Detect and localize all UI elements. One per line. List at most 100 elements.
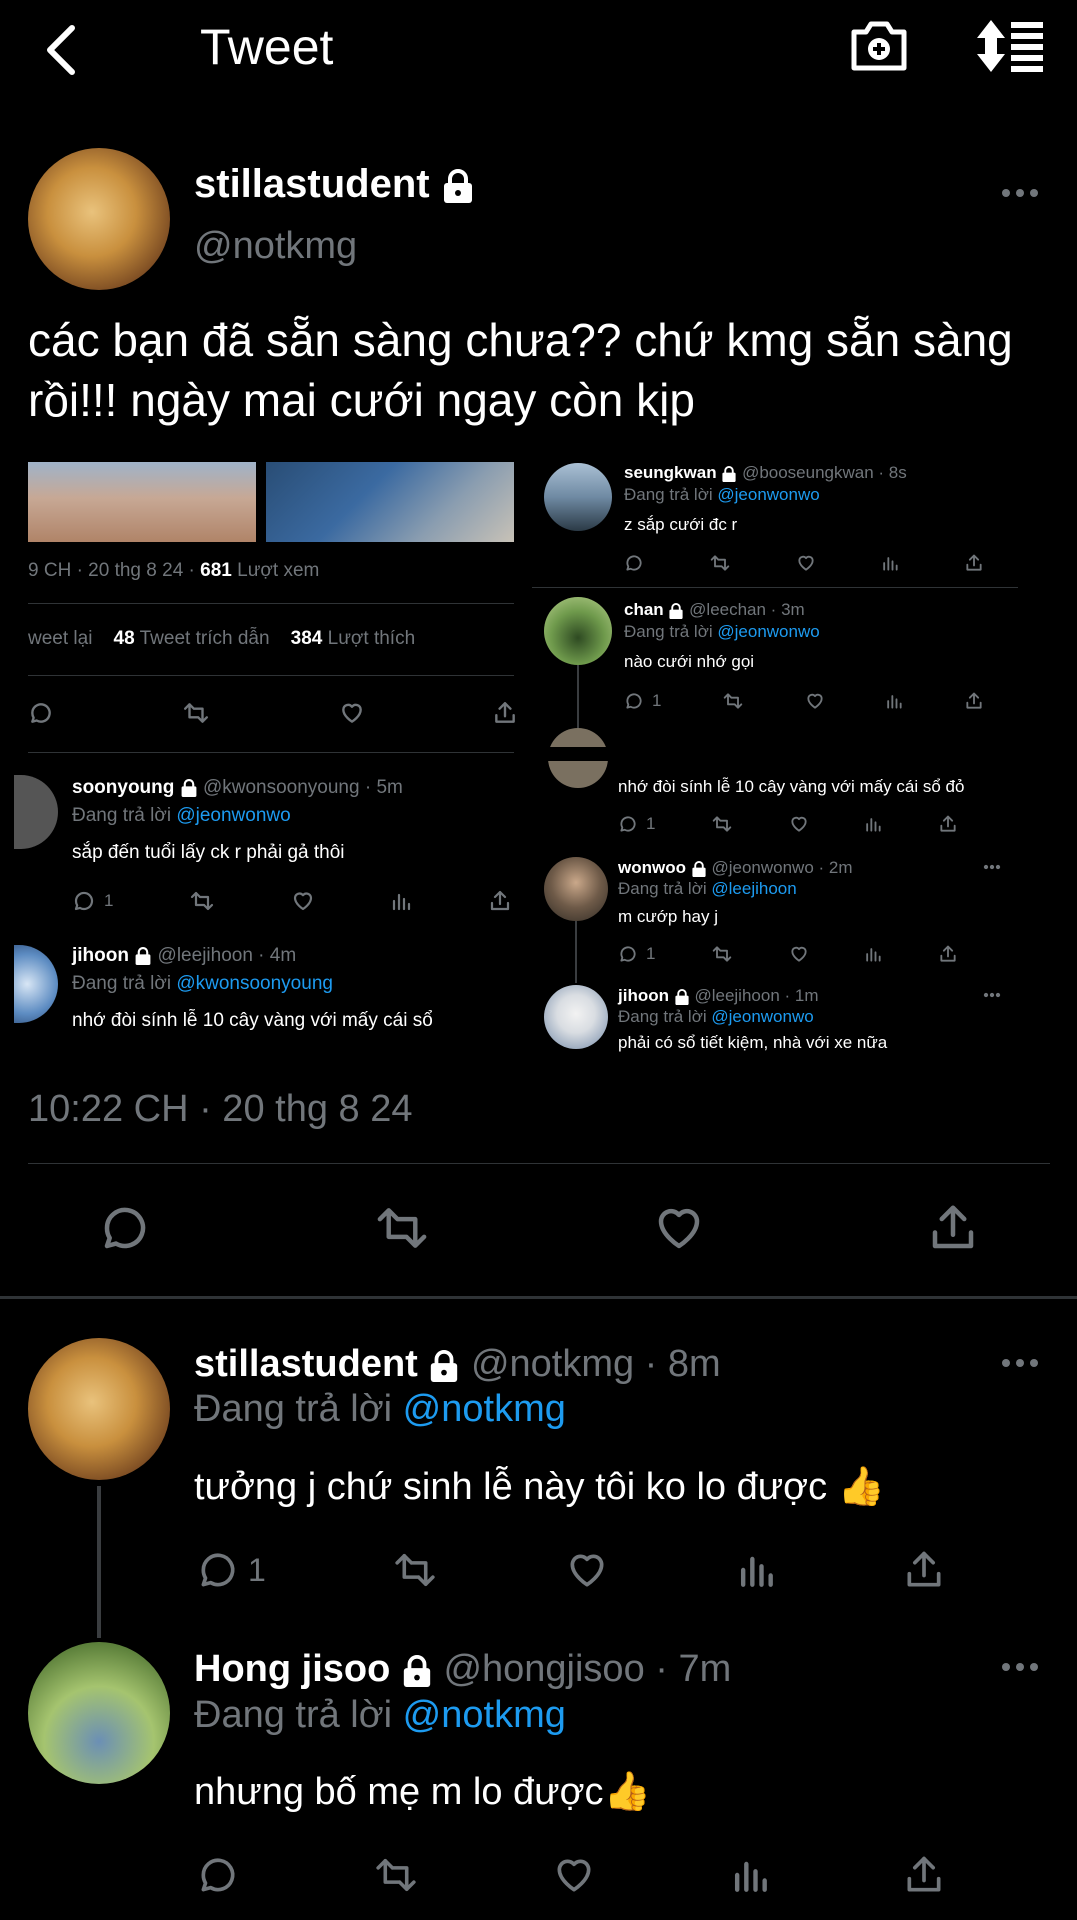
avatar[interactable]	[14, 945, 58, 1023]
reply-name[interactable]: jihoon	[72, 945, 129, 966]
analytics-icon[interactable]	[880, 553, 900, 573]
mention-link[interactable]: @jeonwonwo	[717, 622, 819, 641]
reply-icon[interactable]	[624, 691, 644, 711]
reply-icon[interactable]	[28, 700, 54, 726]
reply-handle-time[interactable]: @notkmg · 8m	[471, 1343, 721, 1385]
analytics-icon[interactable]	[728, 1853, 772, 1897]
reply-handle[interactable]: @jeonwonwo · 2m	[711, 858, 852, 877]
share-icon[interactable]	[902, 1548, 946, 1592]
like-icon[interactable]	[789, 814, 809, 834]
retweet-icon[interactable]	[390, 1548, 440, 1592]
more-icon[interactable]	[1000, 1356, 1040, 1370]
avatar[interactable]	[28, 1642, 170, 1784]
lock-icon	[135, 947, 151, 965]
reply-name[interactable]: soonyoung	[72, 777, 174, 798]
avatar[interactable]	[28, 148, 170, 290]
mention-link[interactable]: @notkmg	[403, 1388, 566, 1430]
reply-handle[interactable]: @booseungkwan · 8s	[742, 463, 907, 482]
reply-icon[interactable]	[72, 889, 96, 913]
divider	[28, 675, 514, 676]
like-icon[interactable]	[789, 944, 809, 964]
photo-thumb-2	[266, 462, 514, 542]
analytics-icon[interactable]	[863, 944, 883, 964]
reply-name[interactable]: wonwoo	[618, 858, 686, 877]
reply-handle[interactable]: @kwonsoonyoung · 5m	[203, 777, 403, 798]
quotes-count[interactable]: 48	[114, 628, 135, 649]
reply-display-name[interactable]: Hong jisoo	[194, 1648, 390, 1690]
more-icon[interactable]	[1000, 186, 1040, 200]
share-icon[interactable]	[926, 1201, 980, 1255]
analytics-icon[interactable]	[884, 691, 904, 711]
like-icon[interactable]	[564, 1548, 610, 1592]
mention-link[interactable]: @jeonwonwo	[176, 805, 290, 826]
reply-handle[interactable]: @leechan · 3m	[689, 600, 805, 619]
share-icon[interactable]	[902, 1853, 946, 1897]
more-icon[interactable]	[983, 992, 1001, 998]
like-icon[interactable]	[291, 889, 315, 913]
analytics-icon[interactable]	[734, 1548, 778, 1592]
mention-link[interactable]: @leejihoon	[711, 879, 796, 898]
analytics-icon[interactable]	[389, 889, 413, 913]
avatar[interactable]	[544, 857, 608, 921]
retweet-icon[interactable]	[371, 1201, 433, 1255]
like-icon[interactable]	[338, 700, 366, 726]
share-icon[interactable]	[938, 814, 958, 834]
retweet-icon[interactable]	[710, 944, 734, 964]
reply-text: phải có sổ tiết kiệm, nhà với xe nữa	[618, 1033, 888, 1052]
share-icon[interactable]	[488, 889, 512, 913]
lock-icon	[181, 779, 197, 797]
like-icon[interactable]	[805, 691, 825, 711]
avatar[interactable]	[28, 1338, 170, 1480]
retweet-icon[interactable]	[180, 700, 212, 726]
avatar[interactable]	[544, 463, 612, 531]
reply-handle[interactable]: @leejihoon · 4m	[158, 945, 297, 966]
quotes-label[interactable]: Tweet trích dẫn	[140, 628, 270, 649]
reply-name[interactable]: jihoon	[618, 986, 669, 1005]
attached-image[interactable]: 9 CH · 20 thg 8 24 · 681 Lượt xem weet l…	[0, 455, 1077, 1055]
like-icon[interactable]	[551, 1853, 597, 1897]
retweet-icon[interactable]	[721, 691, 745, 711]
avatar[interactable]	[544, 985, 608, 1049]
retweet-icon[interactable]	[710, 814, 734, 834]
handle[interactable]: @notkmg	[194, 225, 357, 268]
mention-link[interactable]: @kwonsoonyoung	[176, 973, 333, 994]
mention-link[interactable]: @jeonwonwo	[711, 1007, 813, 1026]
mention-link[interactable]: @notkmg	[403, 1694, 566, 1736]
like-icon[interactable]	[796, 553, 816, 573]
display-name[interactable]: stillastudent	[194, 162, 430, 206]
reply-name[interactable]: seungkwan	[624, 463, 717, 482]
mention-link[interactable]: @jeonwonwo	[717, 485, 819, 504]
reply-name[interactable]: chan	[624, 600, 664, 619]
reply-handle-time[interactable]: @hongjisoo · 7m	[443, 1648, 731, 1690]
retweet-icon[interactable]	[188, 889, 216, 913]
likes-count[interactable]: 384	[291, 628, 323, 649]
avatar[interactable]	[544, 597, 612, 665]
camera-plus-icon[interactable]	[848, 16, 910, 74]
avatar[interactable]	[14, 775, 58, 849]
share-icon[interactable]	[964, 553, 984, 573]
share-icon[interactable]	[938, 944, 958, 964]
reply-icon[interactable]	[618, 814, 638, 834]
reply-icon[interactable]	[196, 1548, 240, 1592]
reply-display-name[interactable]: stillastudent	[194, 1343, 418, 1385]
more-icon[interactable]	[1000, 1660, 1040, 1674]
more-icon[interactable]	[983, 864, 1001, 870]
reply-icon[interactable]	[98, 1201, 152, 1255]
retweet-icon[interactable]	[708, 553, 732, 573]
tweet-timestamp[interactable]: 10:22 CH · 20 thg 8 24	[28, 1088, 412, 1131]
share-icon[interactable]	[492, 700, 518, 726]
retweet-icon[interactable]	[371, 1853, 421, 1897]
share-icon[interactable]	[964, 691, 984, 711]
reply-icon[interactable]	[624, 553, 644, 573]
likes-label[interactable]: Lượt thích	[328, 628, 416, 649]
like-icon[interactable]	[651, 1201, 707, 1255]
analytics-icon[interactable]	[863, 814, 883, 834]
action-bar: 1	[624, 690, 984, 712]
retweets-label[interactable]: weet lại	[28, 628, 92, 649]
reply-handle[interactable]: @leejihoon · 1m	[694, 986, 818, 1005]
sort-icon[interactable]	[975, 18, 1045, 74]
replying-label: Đang trả lời	[624, 622, 713, 641]
back-arrow-icon[interactable]	[40, 22, 80, 78]
reply-icon[interactable]	[618, 944, 638, 964]
reply-icon[interactable]	[196, 1853, 240, 1897]
